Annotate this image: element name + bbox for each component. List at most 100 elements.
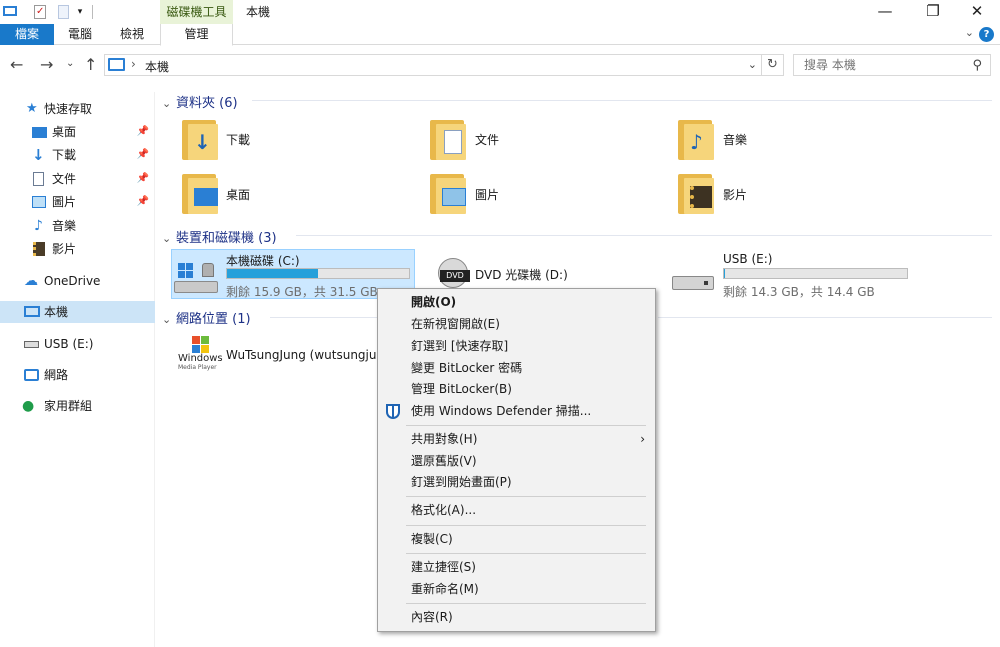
sidebar-item-videos[interactable]: 影片	[0, 238, 155, 260]
recent-locations-icon[interactable]: ⌄	[66, 58, 74, 69]
menu-item-open-new-window[interactable]: 在新視窗開啟(E)	[378, 313, 655, 335]
video-icon	[33, 242, 45, 256]
group-divider	[296, 235, 992, 236]
desktop-icon	[32, 127, 47, 138]
menu-item-change-bitlocker-password[interactable]: 變更 BitLocker 密碼	[378, 357, 655, 379]
drive-c-usage-fill	[227, 269, 318, 278]
close-button[interactable]: ✕	[954, 0, 1000, 24]
help-icon[interactable]: ?	[979, 27, 994, 42]
download-folder-icon[interactable]: ↓	[182, 120, 226, 160]
back-arrow-icon[interactable]: ←	[10, 55, 23, 74]
breadcrumb-this-pc[interactable]: 本機	[145, 58, 169, 75]
menu-item-copy[interactable]: 複製(C)	[378, 528, 655, 550]
folder-label[interactable]: 圖片	[475, 186, 499, 203]
network-location-label[interactable]: WuTsungJung (wutsungjung	[226, 348, 376, 362]
menu-item-rename[interactable]: 重新命名(M)	[378, 578, 655, 600]
quick-access-dropdown-icon[interactable]: ▾	[72, 4, 88, 20]
collapse-chevron-icon[interactable]: ⌄	[162, 232, 176, 245]
menu-separator	[406, 496, 646, 497]
folders-group-header[interactable]: ⌄ 資料夾 (6)	[162, 92, 238, 111]
drive-c-free-space: 剩餘 15.9 GB，共 31.5 GB	[226, 285, 378, 299]
drive-e-name[interactable]: USB (E:)	[723, 252, 772, 266]
up-arrow-icon[interactable]: ↑	[84, 55, 97, 74]
pin-icon[interactable]: 📌	[137, 121, 149, 143]
sidebar-item-pictures[interactable]: 圖片 📌	[0, 191, 155, 213]
sidebar-item-desktop[interactable]: 桌面 📌	[0, 121, 155, 143]
search-box[interactable]: ⚲	[793, 54, 991, 76]
sidebar-item-documents[interactable]: 文件 📌	[0, 168, 155, 190]
collapse-chevron-icon[interactable]: ⌄	[162, 313, 176, 326]
pin-icon[interactable]: 📌	[137, 168, 149, 190]
pin-icon[interactable]: 📌	[137, 144, 149, 166]
tab-manage[interactable]: 管理	[160, 24, 233, 46]
sidebar-item-onedrive[interactable]: ☁ OneDrive	[0, 270, 155, 292]
videos-folder-icon[interactable]	[678, 174, 722, 214]
minimize-button[interactable]: —	[862, 0, 908, 24]
picture-icon	[32, 196, 46, 208]
network-group-header[interactable]: ⌄ 網路位置 (1)	[162, 308, 251, 327]
pin-icon[interactable]: 📌	[137, 191, 149, 213]
search-input[interactable]	[794, 55, 954, 75]
drive-d-name[interactable]: DVD 光碟機 (D:)	[475, 266, 568, 283]
windows-media-player-logo: Windows Media Player	[176, 336, 223, 372]
folder-label[interactable]: 下載	[226, 131, 250, 148]
menu-item-format[interactable]: 格式化(A)...	[378, 499, 655, 521]
drive-c-name[interactable]: 本機磁碟 (C:)	[226, 252, 300, 269]
folder-label[interactable]: 桌面	[226, 186, 250, 203]
folder-label[interactable]: 音樂	[723, 131, 747, 148]
forward-arrow-icon[interactable]: →	[40, 55, 53, 74]
search-icon[interactable]: ⚲	[972, 58, 982, 73]
tab-computer[interactable]: 電腦	[62, 24, 98, 45]
menu-separator	[406, 553, 646, 554]
drive-tools-context-header: 磁碟機工具	[160, 0, 233, 24]
properties-icon[interactable]: ✓	[32, 4, 48, 20]
group-title: 資料夾 (6)	[176, 96, 238, 111]
devices-group-header[interactable]: ⌄ 裝置和磁碟機 (3)	[162, 227, 277, 246]
music-icon: ♪	[34, 218, 43, 234]
navigation-pane: ★ 快速存取 桌面 📌 ↓ 下載 📌 文件 📌 圖片 📌 ♪ 音樂 影片 ☁ O…	[0, 92, 155, 647]
folder-label[interactable]: 文件	[475, 131, 499, 148]
sidebar-item-homegroup[interactable]: ● 家用群組	[0, 395, 155, 417]
sidebar-item-quick-access[interactable]: ★ 快速存取	[0, 98, 155, 120]
sidebar-item-usb[interactable]: USB (E:)	[0, 333, 155, 355]
logo-text: Windows	[178, 353, 223, 364]
new-folder-icon[interactable]	[56, 4, 72, 20]
sidebar-item-network[interactable]: 網路	[0, 364, 155, 386]
address-bar[interactable]: › 本機 ⌄ ↻	[104, 54, 784, 76]
menu-item-share-with[interactable]: 共用對象(H) ›	[378, 428, 655, 450]
sidebar-item-label: USB (E:)	[44, 337, 94, 351]
sidebar-item-this-pc[interactable]: 本機	[0, 301, 155, 323]
menu-item-label: 共用對象(H)	[411, 432, 478, 446]
menu-item-defender-scan[interactable]: 使用 Windows Defender 掃描...	[378, 400, 655, 422]
sidebar-item-label: 圖片	[52, 195, 77, 209]
folder-label[interactable]: 影片	[723, 186, 747, 203]
sidebar-item-music[interactable]: ♪ 音樂	[0, 215, 155, 237]
pictures-folder-icon[interactable]	[430, 174, 474, 214]
homegroup-icon: ●	[22, 398, 35, 414]
sidebar-item-downloads[interactable]: ↓ 下載 📌	[0, 144, 155, 166]
collapse-chevron-icon[interactable]: ⌄	[162, 97, 176, 110]
desktop-folder-icon[interactable]	[182, 174, 226, 214]
sidebar-item-label: 桌面	[52, 125, 77, 139]
menu-item-pin-start[interactable]: 釘選到開始畫面(P)	[378, 471, 655, 493]
menu-item-restore-previous[interactable]: 還原舊版(V)	[378, 450, 655, 472]
drive-e-usage-bar	[723, 268, 908, 279]
address-dropdown-icon[interactable]: ⌄	[748, 58, 757, 71]
menu-item-label: 使用 Windows Defender 掃描...	[411, 404, 592, 418]
tab-view[interactable]: 檢視	[114, 24, 150, 45]
title-bar: ✓ ▾ 磁碟機工具 本機 — ❐ ✕	[0, 0, 1000, 24]
menu-item-create-shortcut[interactable]: 建立捷徑(S)	[378, 556, 655, 578]
drive-e-usage-fill	[724, 269, 726, 278]
tab-file[interactable]: 檔案	[0, 24, 54, 45]
maximize-button[interactable]: ❐	[910, 0, 956, 24]
documents-folder-icon[interactable]	[430, 120, 474, 160]
menu-item-properties[interactable]: 內容(R)	[378, 606, 655, 628]
menu-item-pin-quick-access[interactable]: 釘選到 [快速存取]	[378, 335, 655, 357]
expand-ribbon-icon[interactable]: ⌄	[965, 26, 974, 39]
music-folder-icon[interactable]: ♪	[678, 120, 722, 160]
menu-item-manage-bitlocker[interactable]: 管理 BitLocker(B)	[378, 378, 655, 400]
menu-item-open[interactable]: 開啟(O)	[378, 291, 655, 313]
menu-separator	[406, 603, 646, 604]
drive-e-free-space: 剩餘 14.3 GB，共 14.4 GB	[723, 285, 875, 299]
refresh-icon[interactable]: ↻	[761, 55, 783, 75]
